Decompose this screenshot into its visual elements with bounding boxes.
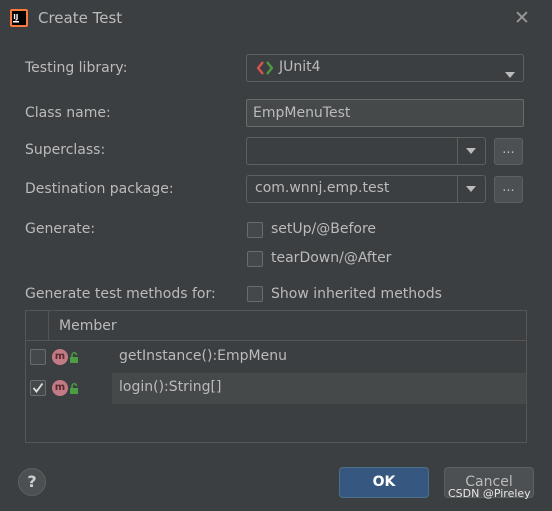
show-inherited-checkbox[interactable] <box>247 286 263 302</box>
show-inherited-label: Show inherited methods <box>271 286 442 302</box>
member-name: login():String[] <box>119 379 222 395</box>
help-button[interactable]: ? <box>18 468 46 496</box>
superclass-dropdown-arrow[interactable] <box>457 138 485 164</box>
lock-icon <box>70 382 81 398</box>
superclass-combo[interactable] <box>246 137 486 165</box>
teardown-after-label: tearDown/@After <box>271 250 392 266</box>
setup-before-checkbox[interactable] <box>247 222 263 238</box>
members-table: Member m getInstance():EmpMenu m login()… <box>25 310 527 443</box>
superclass-label: Superclass: <box>25 142 106 158</box>
testing-library-value: JUnit4 <box>279 59 321 75</box>
setup-before-label: setUp/@Before <box>271 221 377 237</box>
watermark: CSDN @Pireley <box>448 487 531 500</box>
testing-library-label: Testing library: <box>25 60 128 76</box>
teardown-after-checkbox[interactable] <box>247 251 263 267</box>
testing-library-select[interactable]: JUnit4 <box>246 54 524 82</box>
junit-icon <box>256 61 274 79</box>
chevron-down-icon <box>505 66 515 82</box>
generate-label: Generate: <box>25 221 96 237</box>
close-icon[interactable]: ✕ <box>512 8 532 28</box>
destination-package-dropdown-arrow[interactable] <box>457 176 485 202</box>
intellij-app-icon: IJ <box>10 9 28 27</box>
superclass-browse-button[interactable]: ... <box>494 138 523 165</box>
generate-methods-label: Generate test methods for: <box>25 286 216 302</box>
destination-package-value: com.wnnj.emp.test <box>255 180 390 196</box>
row-checkbox[interactable] <box>30 380 46 396</box>
lock-icon <box>70 351 81 367</box>
member-name: getInstance():EmpMenu <box>119 348 287 364</box>
method-icon: m <box>52 380 68 396</box>
table-row[interactable]: m getInstance():EmpMenu <box>26 342 526 373</box>
ok-button[interactable]: OK <box>339 467 429 498</box>
method-icon: m <box>52 349 68 365</box>
destination-package-label: Destination package: <box>25 181 174 197</box>
row-checkbox[interactable] <box>30 349 46 365</box>
header-divider <box>48 311 49 341</box>
class-name-input[interactable]: EmpMenuTest <box>246 99 524 127</box>
destination-package-browse-button[interactable]: ... <box>494 176 523 203</box>
table-header: Member <box>26 311 526 341</box>
destination-package-combo[interactable]: com.wnnj.emp.test <box>246 175 486 203</box>
table-row[interactable]: m login():String[] <box>26 373 526 404</box>
class-name-label: Class name: <box>25 105 111 121</box>
member-column-header[interactable]: Member <box>59 318 117 334</box>
svg-text:IJ: IJ <box>13 13 18 21</box>
dialog-title: Create Test <box>38 9 123 27</box>
